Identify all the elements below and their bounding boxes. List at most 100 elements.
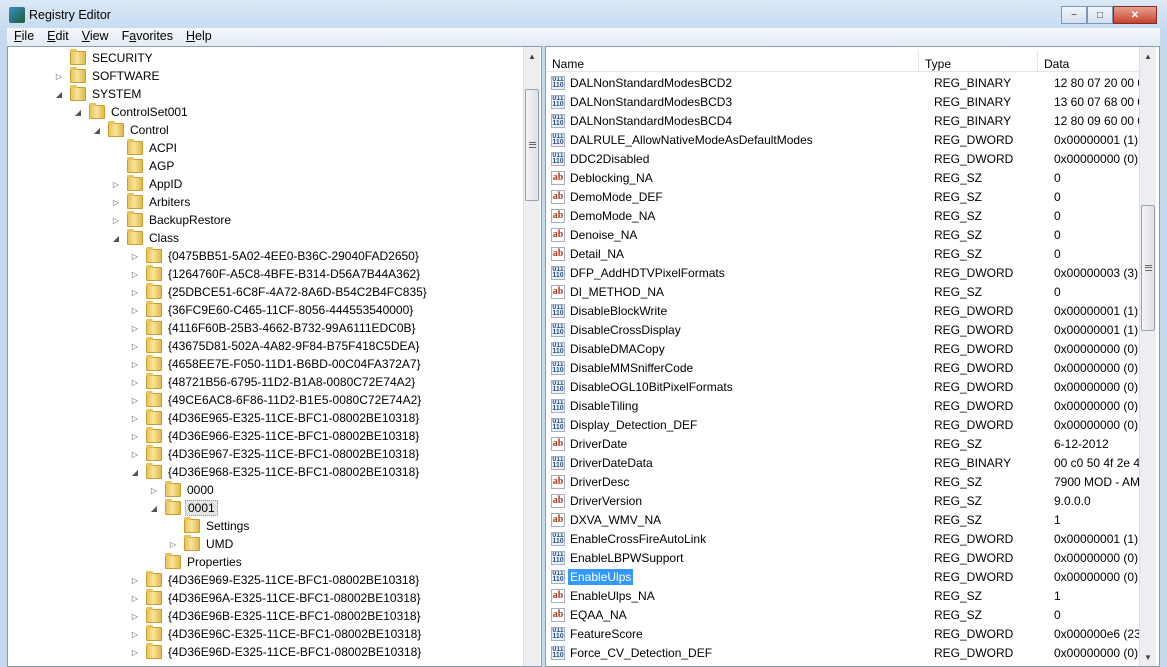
tree-item[interactable]: Settings <box>168 517 251 535</box>
collapsed-arrow-icon[interactable]: ▷ <box>149 486 159 495</box>
collapsed-arrow-icon[interactable]: ▷ <box>111 180 121 189</box>
collapsed-arrow-icon[interactable]: ▷ <box>130 342 140 351</box>
tree-item[interactable]: ACPI <box>111 139 179 157</box>
scroll-thumb[interactable] <box>1141 205 1155 331</box>
value-row[interactable]: ab DemoMode_DEF REG_SZ 0 <box>551 187 1149 206</box>
tree-item[interactable]: ▷ {4D36E96B-E325-11CE-BFC1-08002BE10318} <box>130 607 423 625</box>
value-row[interactable]: ab EQAA_NA REG_SZ 0 <box>551 605 1149 624</box>
scroll-down-arrow-icon[interactable]: ▼ <box>1140 650 1156 666</box>
tree-item[interactable]: AGP <box>111 157 176 175</box>
tree-item[interactable]: ▷ {4D36E96C-E325-11CE-BFC1-08002BE10318} <box>130 625 423 643</box>
tree-item[interactable]: ◢ {4D36E968-E325-11CE-BFC1-08002BE10318} <box>130 463 421 481</box>
tree-item[interactable]: ◢ 0001 <box>149 499 218 517</box>
scroll-thumb[interactable] <box>525 89 539 201</box>
collapsed-arrow-icon[interactable]: ▷ <box>130 378 140 387</box>
expanded-arrow-icon[interactable]: ◢ <box>130 468 140 477</box>
value-row[interactable]: 011 110 EnableLBPWSupport REG_DWORD 0x000000… <box>551 548 1149 567</box>
collapsed-arrow-icon[interactable]: ▷ <box>130 648 140 657</box>
value-row[interactable]: 011 110 DALNonStandardModesBCD2 REG_BINARY 1… <box>551 73 1149 92</box>
tree-item[interactable]: ▷ {4D36E967-E325-11CE-BFC1-08002BE10318} <box>130 445 421 463</box>
expanded-arrow-icon[interactable]: ◢ <box>111 234 121 243</box>
value-row[interactable]: 011 110 DALRULE_AllowNativeModeAsDefaultMo… <box>551 130 1149 149</box>
tree-item[interactable]: ▷ UMD <box>168 535 235 553</box>
value-row[interactable]: ab EnableUlps_NA REG_SZ 1 <box>551 586 1149 605</box>
collapsed-arrow-icon[interactable]: ▷ <box>130 432 140 441</box>
collapsed-arrow-icon[interactable]: ▷ <box>130 630 140 639</box>
value-row[interactable]: 011 110 DisableBlockWrite REG_DWORD 0x000000… <box>551 301 1149 320</box>
key-tree-pane[interactable]: ▲ SECURITY ▷ SOFTWARE ◢ SYSTEM ◢ ControlSet001… <box>7 46 542 667</box>
collapsed-arrow-icon[interactable]: ▷ <box>130 288 140 297</box>
collapsed-arrow-icon[interactable]: ▷ <box>168 540 178 549</box>
maximize-button[interactable]: □ <box>1087 6 1113 24</box>
value-row[interactable]: 011 110 DisableTiling REG_DWORD 0x00000000 (… <box>551 396 1149 415</box>
tree-item[interactable]: ▷ {4116F60B-25B3-4662-B732-99A6111EDC0B} <box>130 319 418 337</box>
expanded-arrow-icon[interactable]: ◢ <box>54 90 64 99</box>
column-type[interactable]: Type <box>919 50 1038 71</box>
value-row[interactable]: 011 110 DisableMMSnifferCode REG_DWORD 0x000… <box>551 358 1149 377</box>
tree-item[interactable]: ▷ {25DBCE51-6C8F-4A72-8A6D-B54C2B4FC835} <box>130 283 429 301</box>
tree-item[interactable]: ▷ {4D36E965-E325-11CE-BFC1-08002BE10318} <box>130 409 421 427</box>
values-scrollbar[interactable]: ▲ ▼ <box>1139 47 1156 666</box>
tree-item[interactable]: ▷ {43675D81-502A-4A82-9F84-B75F418C5DEA} <box>130 337 422 355</box>
menu-item[interactable]: Edit <box>40 28 75 46</box>
scroll-up-arrow-icon[interactable]: ▲ <box>1140 49 1156 65</box>
value-row[interactable]: 011 110 DisableCrossDisplay REG_DWORD 0x0000… <box>551 320 1149 339</box>
tree-item[interactable]: ▷ {36FC9E60-C465-11CF-8056-444553540000} <box>130 301 415 319</box>
value-row[interactable]: 011 110 DriverDateData REG_BINARY 00 c0 50 4… <box>551 453 1149 472</box>
tree-item[interactable]: ▷ {4D36E969-E325-11CE-BFC1-08002BE10318} <box>130 571 421 589</box>
tree-item[interactable]: ▷ AppID <box>111 175 184 193</box>
value-row[interactable]: ab Denoise_NA REG_SZ 0 <box>551 225 1149 244</box>
tree-item[interactable]: ▷ 0000 <box>149 481 216 499</box>
tree-item[interactable]: ▷ {4D36E966-E325-11CE-BFC1-08002BE10318} <box>130 427 421 445</box>
value-row[interactable]: 011 110 EnableCrossFireAutoLink REG_DWORD 0x… <box>551 529 1149 548</box>
tree-item[interactable]: ◢ Class <box>111 229 181 247</box>
value-row[interactable]: ab DriverDesc REG_SZ 7900 MOD - AMD <box>551 472 1149 491</box>
menu-item[interactable]: Help <box>179 28 218 46</box>
minimize-button[interactable]: − <box>1061 6 1087 24</box>
expanded-arrow-icon[interactable]: ◢ <box>73 108 83 117</box>
value-row[interactable]: 011 110 DFP_AddHDTVPixelFormats REG_DWORD 0x… <box>551 263 1149 282</box>
collapsed-arrow-icon[interactable]: ▷ <box>130 324 140 333</box>
collapsed-arrow-icon[interactable]: ▷ <box>130 594 140 603</box>
collapsed-arrow-icon[interactable]: ▷ <box>111 216 121 225</box>
value-row[interactable]: 011 110 Force_CV_Detection_DEF REG_DWORD 0x0… <box>551 643 1149 662</box>
tree-scrollbar[interactable]: ▲ <box>523 47 540 666</box>
value-row[interactable]: 011 110 DALNonStandardModesBCD3 REG_BINARY 1… <box>551 92 1149 111</box>
tree-item[interactable]: ◢ SYSTEM <box>54 85 143 103</box>
menu-item[interactable]: Favorites <box>115 28 179 46</box>
scroll-up-arrow-icon[interactable]: ▲ <box>524 49 540 65</box>
tree-item[interactable]: ▷ {4D36E96A-E325-11CE-BFC1-08002BE10318} <box>130 589 423 607</box>
value-row[interactable]: 011 110 Display_Detection_DEF REG_DWORD 0x00… <box>551 415 1149 434</box>
value-row[interactable]: ab Deblocking_NA REG_SZ 0 <box>551 168 1149 187</box>
collapsed-arrow-icon[interactable]: ▷ <box>130 576 140 585</box>
tree-item[interactable]: ◢ ControlSet001 <box>73 103 190 121</box>
tree-item[interactable]: ▷ BackupRestore <box>111 211 233 229</box>
value-row[interactable]: 011 110 FeatureScore REG_DWORD 0x000000e6 (2… <box>551 624 1149 643</box>
value-row[interactable]: ab DXVA_WMV_NA REG_SZ 1 <box>551 510 1149 529</box>
expanded-arrow-icon[interactable]: ◢ <box>92 126 102 135</box>
close-button[interactable]: ✕ <box>1113 6 1157 24</box>
tree-item[interactable]: ▷ {1264760F-A5C8-4BFE-B314-D56A7B44A362} <box>130 265 422 283</box>
value-row[interactable]: ab Detail_NA REG_SZ 0 <box>551 244 1149 263</box>
expanded-arrow-icon[interactable]: ◢ <box>149 504 159 513</box>
collapsed-arrow-icon[interactable]: ▷ <box>111 198 121 207</box>
value-row[interactable]: 011 110 DisableDMACopy REG_DWORD 0x00000000 … <box>551 339 1149 358</box>
value-row[interactable]: 011 110 EnableUlps REG_DWORD 0x00000000 (0) <box>551 567 1149 586</box>
collapsed-arrow-icon[interactable]: ▷ <box>130 612 140 621</box>
menu-item[interactable]: File <box>7 28 40 46</box>
collapsed-arrow-icon[interactable]: ▷ <box>130 360 140 369</box>
tree-item[interactable]: ▷ {0475BB51-5A02-4EE0-B36C-29040FAD2650} <box>130 247 421 265</box>
values-list-pane[interactable]: Name Type Data 011 110 DALNonStandardModes… <box>545 46 1160 667</box>
collapsed-arrow-icon[interactable]: ▷ <box>130 306 140 315</box>
collapsed-arrow-icon[interactable]: ▷ <box>130 414 140 423</box>
value-row[interactable]: 011 110 DALNonStandardModesBCD4 REG_BINARY 1… <box>551 111 1149 130</box>
tree-item[interactable]: Properties <box>149 553 244 571</box>
value-row[interactable]: ab DriverVersion REG_SZ 9.0.0.0 <box>551 491 1149 510</box>
tree-item[interactable]: ▷ {4D36E96D-E325-11CE-BFC1-08002BE10318} <box>130 643 423 661</box>
collapsed-arrow-icon[interactable]: ▷ <box>130 450 140 459</box>
tree-item[interactable]: ▷ SOFTWARE <box>54 67 162 85</box>
collapsed-arrow-icon[interactable]: ▷ <box>130 252 140 261</box>
value-row[interactable]: 011 110 DDC2Disabled REG_DWORD 0x00000000 (0… <box>551 149 1149 168</box>
collapsed-arrow-icon[interactable]: ▷ <box>54 72 64 81</box>
menu-item[interactable]: View <box>75 28 115 46</box>
